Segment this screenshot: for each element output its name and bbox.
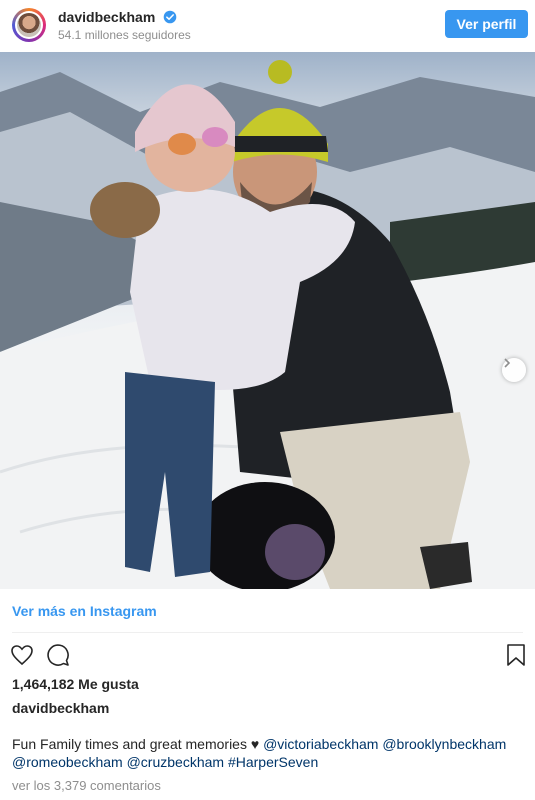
chevron-right-icon: [504, 358, 511, 368]
caption-username[interactable]: davidbeckham: [12, 700, 109, 716]
username-text: davidbeckham: [58, 9, 156, 25]
view-profile-button[interactable]: Ver perfil: [445, 10, 528, 38]
like-count[interactable]: 1,464,182 Me gusta: [12, 676, 139, 692]
next-photo-button[interactable]: [502, 358, 526, 382]
caption-text: Fun Family times and great memories ♥ @v…: [12, 735, 527, 771]
caption-body: Fun Family times and great memories ♥: [12, 736, 260, 752]
follower-count: 54.1 millones seguidores: [58, 28, 191, 42]
view-comments-link[interactable]: ver los 3,379 comentarios: [12, 778, 161, 793]
view-more-on-instagram-link[interactable]: Ver más en Instagram: [12, 603, 157, 619]
mention-link[interactable]: @victoriabeckham: [263, 736, 378, 752]
mention-link[interactable]: @brooklynbeckham: [382, 736, 506, 752]
mention-link[interactable]: @cruzbeckham: [127, 754, 224, 770]
heart-icon[interactable]: [10, 643, 34, 667]
verified-badge-icon: [163, 10, 177, 24]
username-link[interactable]: davidbeckham: [58, 9, 177, 25]
comment-icon[interactable]: [46, 643, 70, 667]
hashtag-link[interactable]: #HarperSeven: [228, 754, 318, 770]
post-header: davidbeckham 54.1 millones seguidores Ve…: [0, 0, 535, 52]
bookmark-icon[interactable]: [505, 643, 527, 667]
post-photo[interactable]: [0, 52, 535, 589]
mention-link[interactable]: @romeobeckham: [12, 754, 123, 770]
divider: [12, 632, 523, 633]
avatar[interactable]: [12, 8, 46, 42]
